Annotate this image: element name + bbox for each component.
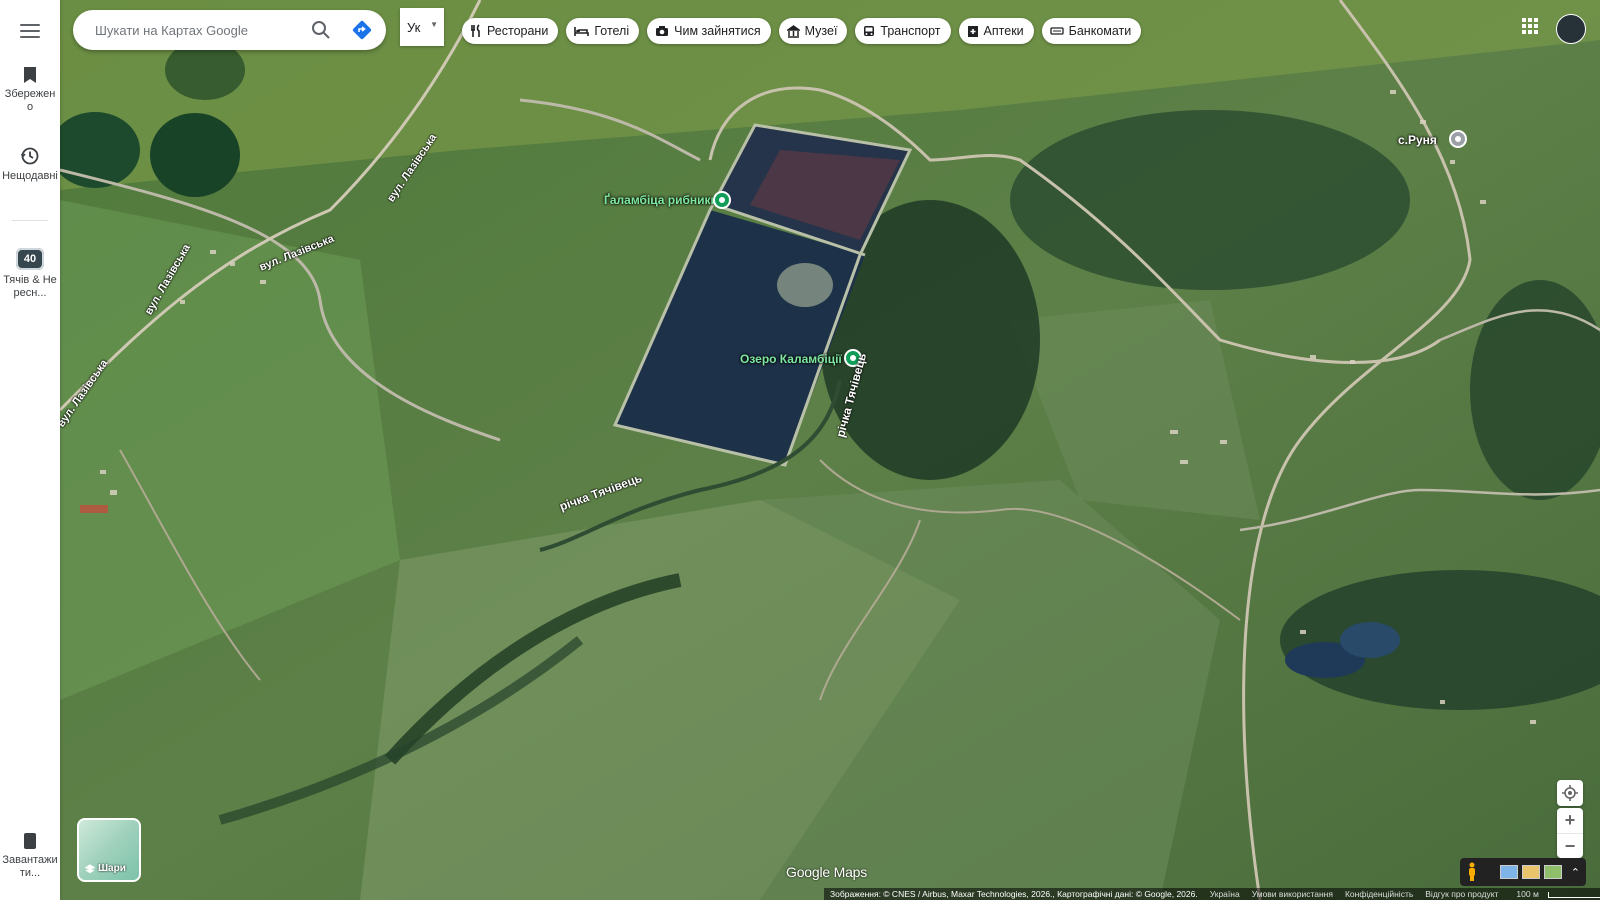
scale-indicator[interactable]: 100 м [1504, 889, 1600, 899]
atm-icon [1050, 27, 1064, 35]
search-input[interactable] [93, 21, 297, 39]
left-rail: Збережено Нещодавні 40 Тячів & Нересн...… [0, 0, 60, 900]
lake-label[interactable]: Озеро Каламбіції [740, 352, 842, 366]
chip-label: Чим зайнятися [674, 24, 761, 38]
my-location-button[interactable] [1557, 780, 1583, 806]
account-avatar[interactable] [1556, 14, 1586, 44]
chip-things-to-do[interactable]: Чим зайнятися [647, 18, 771, 44]
pegman-icon[interactable] [1466, 862, 1478, 882]
chip-atms[interactable]: Банкомати [1041, 18, 1142, 44]
fishery-label[interactable]: Ґаламбіца рибники [604, 193, 718, 207]
chip-label: Музеї [804, 24, 838, 38]
category-chips: Ресторани Готелі Чим зайнятися Музеї Тра… [462, 18, 1142, 44]
chip-restaurants[interactable]: Ресторани [462, 18, 559, 44]
layers-label-wrap: Шари [85, 863, 126, 874]
chip-museums[interactable]: Музеї [778, 18, 848, 44]
pharmacy-icon [967, 25, 978, 37]
chip-label: Аптеки [983, 24, 1024, 38]
layers-icon [85, 863, 95, 873]
satellite-map[interactable]: вул. Лазівська вул. Лазівська вул. Лазів… [60, 0, 1600, 900]
google-maps-logo: Google Maps [786, 864, 868, 880]
scale-bar [1547, 891, 1600, 898]
rail-item-recent-place[interactable]: 40 Тячів & Нересн... [0, 248, 60, 300]
menu-icon[interactable] [18, 20, 42, 40]
rail-item-recent[interactable]: Нещодавні [0, 146, 60, 183]
map-type-thumb[interactable] [1500, 865, 1518, 879]
scale-label: 100 м [1516, 889, 1539, 899]
attribution-text: Зображення: © CNES / Airbus, Maxar Techn… [830, 889, 1198, 899]
recent-thumbnail: 40 [16, 248, 44, 270]
chip-label: Транспорт [880, 24, 941, 38]
chip-label: Банкомати [1068, 24, 1132, 38]
fishery-pin[interactable] [713, 191, 731, 209]
chevron-up-icon[interactable]: ⌃ [1571, 866, 1580, 879]
chip-transit[interactable]: Транспорт [855, 18, 951, 44]
layers-label: Шари [98, 863, 126, 874]
terms-link[interactable]: Умови використання [1246, 889, 1339, 899]
zoom-out-button[interactable]: − [1557, 833, 1583, 859]
rail-item-label: Збережено [4, 88, 56, 113]
rail-item-label: Тячів & Нересн... [3, 274, 57, 299]
village-pin[interactable] [1449, 130, 1467, 148]
history-icon [20, 147, 39, 165]
chevron-down-icon: ▼ [430, 20, 438, 29]
zoom-control: + − [1557, 808, 1583, 858]
directions-icon[interactable] [351, 19, 373, 41]
chip-label: Ресторани [487, 24, 549, 38]
rail-item-saved[interactable]: Збережено [0, 66, 60, 114]
chip-pharmacies[interactable]: Аптеки [958, 18, 1034, 44]
rail-divider [12, 220, 48, 221]
rail-item-label: Завантажити... [2, 854, 58, 879]
traffic-type-thumb[interactable] [1544, 865, 1562, 879]
zoom-in-button[interactable]: + [1557, 808, 1583, 833]
language-label: Ук [407, 19, 421, 35]
search-icon[interactable] [311, 20, 331, 40]
restaurant-icon [471, 24, 480, 37]
chip-label: Готелі [594, 24, 630, 38]
bookmark-icon [24, 67, 36, 83]
rail-item-download[interactable]: Завантажити... [0, 832, 60, 880]
bottom-controls: ⌃ [1460, 858, 1586, 886]
chip-hotels[interactable]: Готелі [566, 18, 640, 44]
terrain-type-thumb[interactable] [1522, 865, 1540, 879]
country-link[interactable]: Україна [1204, 889, 1246, 899]
museum-icon [786, 24, 800, 38]
village-label[interactable]: с.Руня [1398, 133, 1437, 147]
location-icon [1562, 785, 1578, 801]
bus-icon [864, 25, 875, 36]
footer-bar: Зображення: © CNES / Airbus, Maxar Techn… [824, 888, 1600, 900]
rail-item-label: Нещодавні [2, 170, 58, 182]
apps-grid-icon[interactable] [1522, 18, 1538, 34]
phone-download-icon [24, 833, 36, 849]
language-select[interactable]: Ук ▼ [400, 8, 444, 46]
search-box[interactable] [73, 10, 386, 50]
feedback-link[interactable]: Відгук про продукт [1419, 889, 1504, 899]
privacy-link[interactable]: Конфіденційність [1339, 889, 1419, 899]
camera-icon [656, 26, 669, 36]
layers-button[interactable]: Шари [77, 818, 141, 882]
hotel-icon [574, 27, 590, 36]
map-imagery [60, 0, 1600, 900]
